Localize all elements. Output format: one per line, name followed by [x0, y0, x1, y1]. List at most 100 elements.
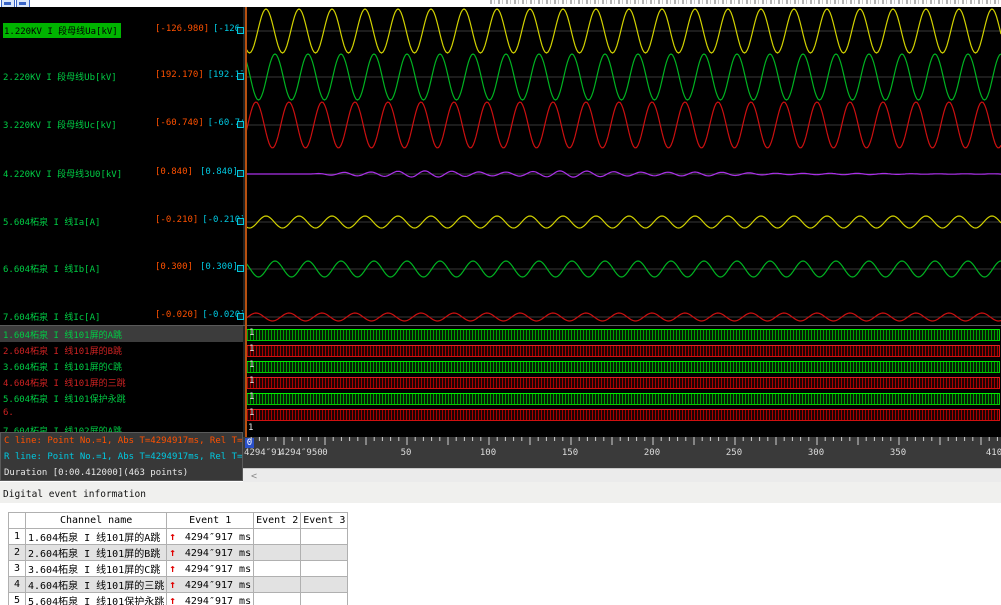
channel-value-primary: [0.840] [155, 167, 193, 177]
table-column-header: Event 1 [167, 513, 254, 529]
channel-name: 7.604柘泉 I 线Ic[A] [3, 310, 100, 323]
channel-value-primary: [-60.740] [155, 118, 204, 128]
event-2-cell [254, 545, 301, 561]
event-channel-name: 4.604柘泉 I 线101屏的三跳 [26, 577, 167, 593]
ruler-ticks [243, 437, 1001, 447]
event-row-number: 4 [9, 577, 26, 593]
event-row[interactable]: 33.604柘泉 I 线101屏的C跳↑4294″917 ms [9, 561, 348, 577]
cursor-line[interactable] [245, 7, 247, 437]
event-channel-name: 1.604柘泉 I 线101屏的A跳 [26, 529, 167, 545]
channel-name: 4.220KV I 段母线3U0[kV] [3, 167, 122, 180]
event-row-number: 2 [9, 545, 26, 561]
table-column-header: Channel name [26, 513, 167, 529]
digital-event-section: Digital event information [0, 482, 1001, 503]
axis-tick-label: 410 [986, 448, 1001, 458]
event-row[interactable]: 44.604柘泉 I 线101屏的三跳↑4294″917 ms [9, 577, 348, 593]
channel-list-panel: 1.220KV I 段母线Ua[kV][-126.980][-126.980] 2… [0, 7, 243, 432]
channel-handle-icon[interactable] [237, 265, 244, 272]
rising-edge-icon: ↑ [169, 594, 176, 605]
table-column-header: Event 3 [301, 513, 348, 529]
channel-handle-icon[interactable] [237, 121, 244, 128]
rising-edge-icon: ↑ [169, 562, 176, 575]
digital-value: 1 [248, 423, 253, 433]
digital-channel-row[interactable]: 6. [0, 406, 243, 422]
axis-tick-label: 200 [644, 448, 660, 458]
event-row[interactable]: 55.604柘泉 I 线101保护永跳↑4294″917 ms [9, 593, 348, 605]
horizontal-scrollbar[interactable]: < [243, 468, 1001, 483]
analog-channel-row[interactable]: 3.220KV I 段母线Uc[kV][-60.740][-60.740] [0, 118, 243, 132]
digital-channel-name: 3.604柘泉 I 线101屏的C跳 [3, 360, 122, 373]
analog-channel-row[interactable]: 1.220KV I 段母线Ua[kV][-126.980][-126.980] [0, 24, 243, 38]
cursor-status-box: C line: Point No.=1, Abs T=4294917ms, Re… [0, 432, 243, 481]
digital-value: 1 [249, 360, 254, 370]
channel-handle-icon[interactable] [237, 27, 244, 34]
channel-value-primary: [0.300] [155, 262, 193, 272]
digital-channel-row[interactable]: 1.604柘泉 I 线101屏的A跳 [0, 326, 243, 342]
toolbar-glyph [19, 2, 26, 5]
channel-handle-icon[interactable] [237, 313, 244, 320]
channel-name: 3.220KV I 段母线Uc[kV] [3, 118, 117, 131]
scroll-left-icon[interactable]: < [251, 471, 257, 482]
channel-value-primary: [-0.210] [155, 215, 198, 225]
analog-channel-row[interactable]: 7.604柘泉 I 线Ic[A][-0.020][-0.020] [0, 310, 243, 324]
channel-handle-icon[interactable] [237, 218, 244, 225]
channel-handle-icon[interactable] [237, 170, 244, 177]
digital-waveform-plot[interactable]: 1 1 1 1 1 1 1 [245, 326, 1001, 437]
event-row[interactable]: 22.604柘泉 I 线101屏的B跳↑4294″917 ms [9, 545, 348, 561]
analog-waveform-plot[interactable] [245, 7, 1001, 326]
digital-bar: 1 [246, 393, 1000, 405]
digital-bar: 1 [246, 409, 1000, 421]
digital-value: 1 [249, 408, 254, 418]
section-title: Digital event information [3, 489, 146, 500]
event-time: 4294″917 ms [185, 580, 251, 591]
rising-edge-icon: ↑ [169, 530, 176, 543]
clipped-title-strip [0, 0, 1001, 7]
rising-edge-icon: ↑ [169, 546, 176, 559]
fault-waveform-viewer: 1.220KV I 段母线Ua[kV][-126.980][-126.980] 2… [0, 0, 1001, 605]
channel-value-primary: [-126.980] [155, 24, 209, 34]
event-1-cell: ↑ 4294″917 ms [167, 561, 254, 577]
table-header-row: Channel nameEvent 1Event 2Event 3 [9, 513, 348, 529]
r-line-status: R line: Point No.=1, Abs T=4294917ms, Re… [4, 452, 243, 462]
event-row[interactable]: 11.604柘泉 I 线101屏的A跳↑4294″917 ms [9, 529, 348, 545]
table-column-header [9, 513, 26, 529]
event-3-cell [301, 577, 348, 593]
clipped-title-text [490, 0, 1001, 4]
digital-channel-row[interactable]: 2.604柘泉 I 线101屏的B跳 [0, 342, 243, 358]
analog-channel-row[interactable]: 4.220KV I 段母线3U0[kV][0.840][0.840] [0, 167, 243, 181]
analog-channel-row[interactable]: 6.604柘泉 I 线Ib[A][0.300][0.300] [0, 262, 243, 276]
digital-channel-row[interactable]: 5.604柘泉 I 线101保护永跳 [0, 390, 243, 406]
event-channel-name: 2.604柘泉 I 线101屏的B跳 [26, 545, 167, 561]
digital-bar: 1 [246, 361, 1000, 373]
digital-bar: 1 [246, 345, 1000, 357]
event-2-cell [254, 593, 301, 605]
event-1-cell: ↑4294″917 ms [167, 529, 254, 545]
c-line-status: C line: Point No.=1, Abs T=4294917ms, Re… [4, 436, 243, 446]
event-row-number: 5 [9, 593, 26, 605]
event-2-cell [254, 577, 301, 593]
digital-channel-row[interactable]: 7.604柘泉 I 线102屏的A跳 [0, 422, 243, 432]
event-1-cell: ↑4294″917 ms [167, 577, 254, 593]
axis-tick-label: 150 [562, 448, 578, 458]
event-2-cell [254, 529, 301, 545]
event-3-cell [301, 529, 348, 545]
channel-handle-icon[interactable] [237, 73, 244, 80]
event-channel-name: 5.604柘泉 I 线101保护永跳 [26, 593, 167, 605]
digital-channel-row[interactable]: 4.604柘泉 I 线101屏的三跳 [0, 374, 243, 390]
digital-bar: 1 [246, 329, 1000, 341]
digital-channel-name: 5.604柘泉 I 线101保护永跳 [3, 392, 126, 405]
analog-channel-row[interactable]: 5.604柘泉 I 线Ia[A][-0.210][-0.210] [0, 215, 243, 229]
digital-channel-row[interactable]: 3.604柘泉 I 线101屏的C跳 [0, 358, 243, 374]
digital-value: 1 [249, 328, 254, 338]
event-3-cell [301, 561, 348, 577]
event-time: 4294″917 ms [185, 564, 251, 575]
digital-channel-name: 4.604柘泉 I 线101屏的三跳 [3, 376, 126, 389]
analog-channel-row[interactable]: 2.220KV I 段母线Ub[kV][192.170][192.170] [0, 70, 243, 84]
time-ruler: 0 4294″914294″95005010015020025030035041… [243, 437, 1001, 468]
digital-value: 1 [249, 376, 254, 386]
channel-value-primary: [-0.020] [155, 310, 198, 320]
digital-event-table: Channel nameEvent 1Event 2Event 3 11.604… [8, 512, 348, 605]
toolbar-glyph [4, 2, 11, 5]
event-3-cell [301, 545, 348, 561]
axis-tick-label: 300 [808, 448, 824, 458]
